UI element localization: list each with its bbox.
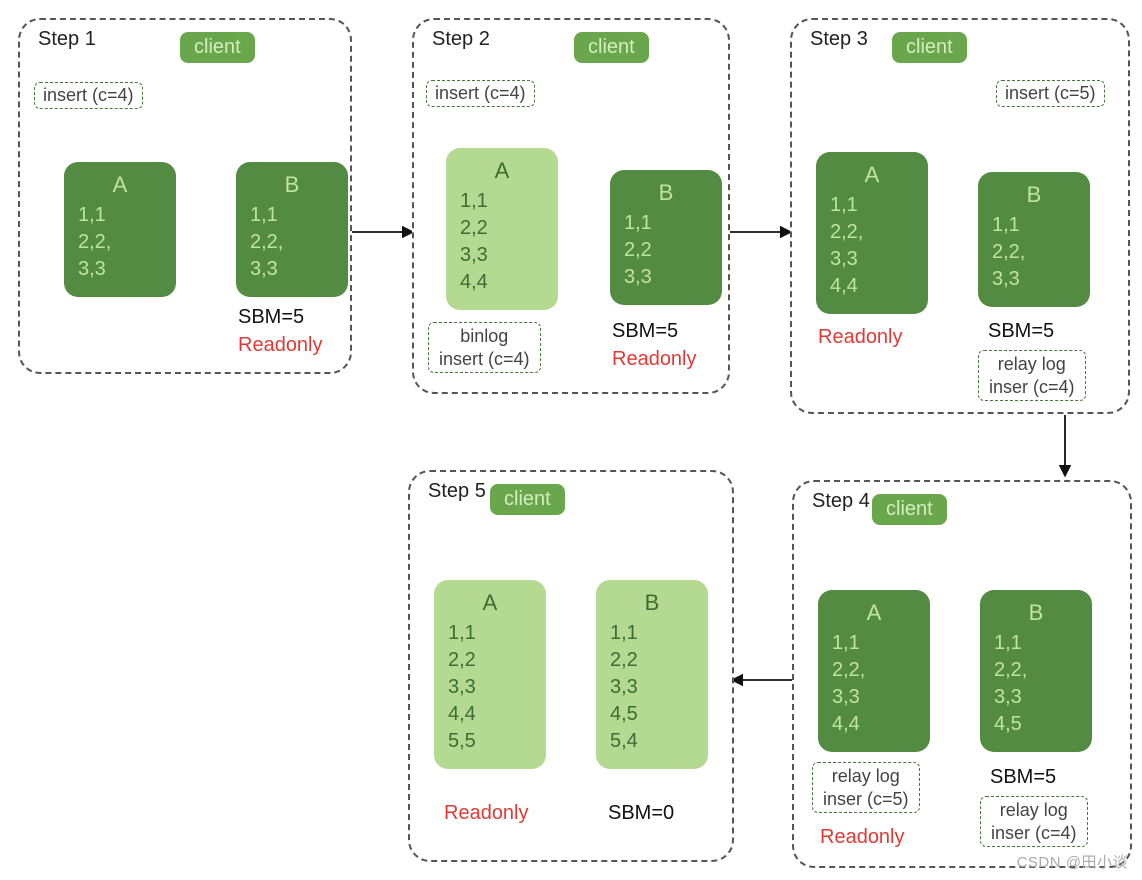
node-a-rows: 1,1 2,2 3,3 4,4 5,5 [448, 620, 532, 755]
step-3-insert: insert (c=5) [996, 80, 1105, 107]
step-3-client: client [892, 32, 967, 63]
step-1-node-b: B 1,1 2,2, 3,3 [236, 162, 348, 297]
step-4-node-b: B 1,1 2,2, 3,3 4,5 [980, 590, 1092, 752]
node-a-title: A [830, 162, 914, 188]
step-2-sbm: SBM=5 [612, 320, 678, 343]
step-4-title: Step 4 [812, 490, 870, 513]
step-1-insert: insert (c=4) [34, 82, 143, 109]
node-b-title: B [610, 590, 694, 616]
step-4-sbm: SBM=5 [990, 766, 1056, 789]
step-4-relay-a: relay log inser (c=5) [812, 762, 920, 813]
node-a-title: A [448, 590, 532, 616]
node-b-title: B [250, 172, 334, 198]
step-1-title: Step 1 [38, 28, 96, 51]
step-1-readonly: Readonly [238, 334, 323, 357]
step-4-node-a: A 1,1 2,2, 3,3 4,4 [818, 590, 930, 752]
step-4-client: client [872, 494, 947, 525]
step-3-sbm: SBM=5 [988, 320, 1054, 343]
step-4-readonly: Readonly [820, 826, 905, 849]
node-a-title: A [460, 158, 544, 184]
step-1-client: client [180, 32, 255, 63]
node-a-rows: 1,1 2,2, 3,3 [78, 202, 162, 283]
step-5-title: Step 5 [428, 480, 486, 503]
step-5-client: client [490, 484, 565, 515]
step-3-panel: Step 3 client insert (c=5) A 1,1 2,2, 3,… [790, 18, 1130, 414]
step-5-readonly: Readonly [444, 802, 529, 825]
step-2-panel: Step 2 client insert (c=4) A 1,1 2,2 3,3… [412, 18, 730, 394]
step-2-node-b: B 1,1 2,2 3,3 [610, 170, 722, 305]
node-b-title: B [624, 180, 708, 206]
node-a-rows: 1,1 2,2, 3,3 4,4 [832, 630, 916, 738]
step-4-panel: Step 4 client A 1,1 2,2, 3,3 4,4 B 1,1 2… [792, 480, 1132, 868]
step-3-relay: relay log inser (c=4) [978, 350, 1086, 401]
step-2-title: Step 2 [432, 28, 490, 51]
step-3-node-a: A 1,1 2,2, 3,3 4,4 [816, 152, 928, 314]
node-b-rows: 1,1 2,2, 3,3 [992, 212, 1076, 293]
step-3-readonly: Readonly [818, 326, 903, 349]
step-2-insert: insert (c=4) [426, 80, 535, 107]
diagram-stage: Step 1 client insert (c=4) A 1,1 2,2, 3,… [0, 0, 1142, 880]
node-b-rows: 1,1 2,2 3,3 [624, 210, 708, 291]
step-5-node-b: B 1,1 2,2 3,3 4,5 5,4 [596, 580, 708, 769]
step-1-panel: Step 1 client insert (c=4) A 1,1 2,2, 3,… [18, 18, 352, 374]
node-a-title: A [832, 600, 916, 626]
step-5-panel: Step 5 client A 1,1 2,2 3,3 4,4 5,5 B 1,… [408, 470, 734, 862]
node-b-title: B [994, 600, 1078, 626]
step-3-node-b: B 1,1 2,2, 3,3 [978, 172, 1090, 307]
watermark: CSDN @田小谈 [1017, 851, 1128, 872]
step-5-node-a: A 1,1 2,2 3,3 4,4 5,5 [434, 580, 546, 769]
step-2-binlog: binlog insert (c=4) [428, 322, 541, 373]
node-a-rows: 1,1 2,2 3,3 4,4 [460, 188, 544, 296]
step-2-node-a: A 1,1 2,2 3,3 4,4 [446, 148, 558, 310]
step-2-client: client [574, 32, 649, 63]
step-1-node-a: A 1,1 2,2, 3,3 [64, 162, 176, 297]
node-b-rows: 1,1 2,2 3,3 4,5 5,4 [610, 620, 694, 755]
node-b-rows: 1,1 2,2, 3,3 4,5 [994, 630, 1078, 738]
node-a-title: A [78, 172, 162, 198]
node-a-rows: 1,1 2,2, 3,3 4,4 [830, 192, 914, 300]
step-4-relay-b: relay log inser (c=4) [980, 796, 1088, 847]
node-b-rows: 1,1 2,2, 3,3 [250, 202, 334, 283]
node-b-title: B [992, 182, 1076, 208]
step-3-title: Step 3 [810, 28, 868, 51]
step-5-sbm: SBM=0 [608, 802, 674, 825]
step-1-sbm: SBM=5 [238, 306, 304, 329]
step-2-readonly: Readonly [612, 348, 697, 371]
